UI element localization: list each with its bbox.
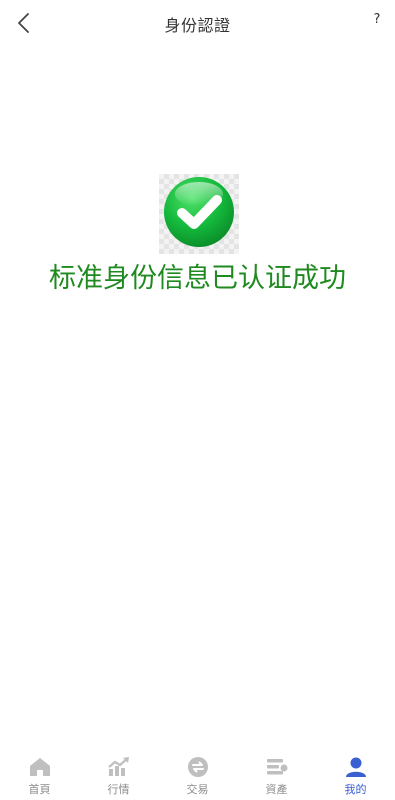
page-title: 身份認證	[164, 16, 231, 35]
tab-profile[interactable]: 我的	[316, 750, 395, 800]
tab-label: 交易	[186, 783, 209, 796]
tab-label: 我的	[344, 783, 367, 796]
identity-verification-page: 身份認證 ? 标准身份信息已认证成功 首頁 行情 交易 資產 我的	[0, 0, 395, 800]
tab-home[interactable]: 首頁	[0, 750, 79, 800]
header: 身份認證 ?	[0, 0, 395, 46]
assets-icon	[265, 755, 289, 779]
bottom-tab-bar: 首頁 行情 交易 資產 我的	[0, 750, 395, 800]
exchange-icon	[186, 755, 210, 779]
user-icon	[344, 755, 368, 779]
tab-label: 首頁	[28, 783, 51, 796]
tab-label: 行情	[107, 783, 130, 796]
success-message: 标准身份信息已认证成功	[49, 263, 346, 294]
tab-assets[interactable]: 資產	[237, 750, 316, 800]
success-check-icon	[159, 174, 239, 254]
tab-market[interactable]: 行情	[79, 750, 158, 800]
chart-icon	[107, 755, 131, 779]
home-icon	[28, 755, 52, 779]
help-button[interactable]: ?	[369, 12, 385, 27]
tab-trade[interactable]: 交易	[158, 750, 237, 800]
tab-label: 資產	[265, 783, 288, 796]
